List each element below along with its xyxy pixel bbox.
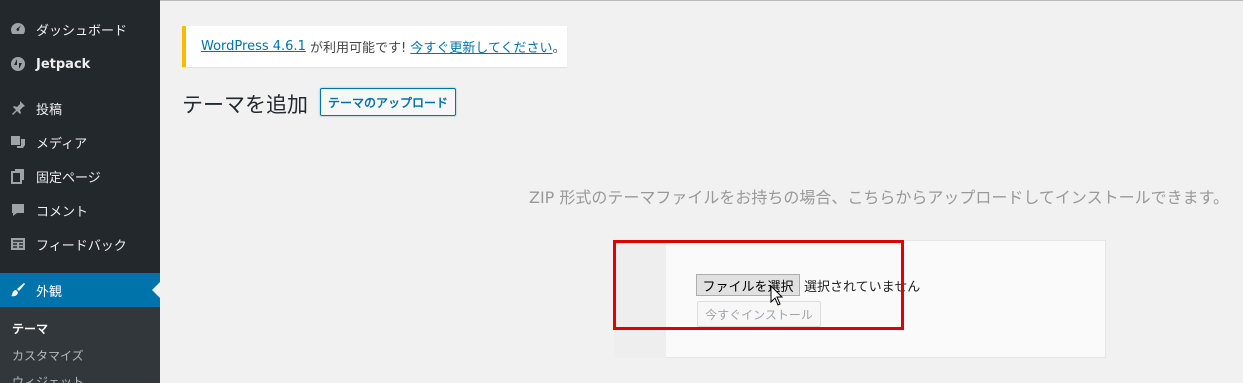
sidebar-item-appearance[interactable]: 外観 (0, 273, 160, 307)
sidebar-item-pages[interactable]: 固定ページ (0, 159, 160, 193)
comment-icon (0, 202, 36, 218)
no-file-selected-text: 選択されていません (804, 280, 921, 295)
submenu-item-customize[interactable]: カスタマイズ (12, 347, 84, 364)
pin-icon (0, 100, 36, 116)
admin-sidebar: ダッシュボード Jetpack 投稿 メディア 固定ページ コメント フィードバ… (0, 0, 160, 383)
sidebar-item-label: ダッシュボード (36, 23, 128, 39)
submenu-item-themes[interactable]: テーマ (12, 320, 48, 337)
sidebar-item-label: Jetpack (36, 56, 91, 72)
appearance-submenu: テーマ カスタマイズ ウィジェット (0, 307, 160, 383)
upload-help-text: ZIP 形式のテーマファイルをお持ちの場合、こちらからアップロードしてインストー… (528, 188, 1229, 207)
sidebar-item-dashboard[interactable]: ダッシュボード (0, 12, 160, 46)
upload-form-box (614, 240, 1106, 358)
sidebar-item-label: メディア (36, 136, 88, 152)
sidebar-item-label: 外観 (36, 284, 63, 300)
choose-file-button[interactable]: ファイルを選択 (696, 274, 800, 296)
submenu-item-widgets[interactable]: ウィジェット (12, 373, 84, 383)
notice-end: 。 (552, 41, 566, 56)
media-icon (0, 134, 36, 150)
sidebar-item-label: コメント (36, 204, 89, 220)
update-now-link[interactable]: 今すぐ更新してください (410, 37, 552, 56)
page-icon (0, 168, 36, 184)
wordpress-version-link[interactable]: WordPress 4.6.1 (201, 39, 306, 54)
sidebar-item-label: 固定ページ (36, 170, 101, 186)
sidebar-item-media[interactable]: メディア (0, 125, 160, 159)
install-now-button[interactable]: 今すぐインストール (697, 301, 821, 327)
notice-text: が利用可能です! (305, 41, 411, 56)
sidebar-item-feedback[interactable]: フィードバック (0, 227, 160, 261)
upload-theme-button[interactable]: テーマのアップロード (320, 88, 456, 116)
update-notice: WordPress 4.6.1 が利用可能です! 今すぐ更新してください 。 (182, 26, 567, 67)
upload-form-side (614, 240, 666, 358)
sidebar-item-posts[interactable]: 投稿 (0, 91, 160, 125)
sidebar-item-label: フィードバック (36, 238, 127, 254)
sidebar-item-jetpack[interactable]: Jetpack (0, 47, 160, 81)
mouse-cursor-icon (770, 285, 784, 306)
jetpack-icon (0, 56, 36, 72)
sidebar-item-label: 投稿 (36, 102, 63, 118)
dashboard-icon (0, 21, 36, 37)
page-title: テーマを追加 (182, 93, 308, 117)
sidebar-item-comments[interactable]: コメント (0, 193, 160, 227)
top-divider (160, 0, 1243, 1)
brush-icon (0, 282, 36, 298)
feedback-icon (0, 236, 36, 252)
